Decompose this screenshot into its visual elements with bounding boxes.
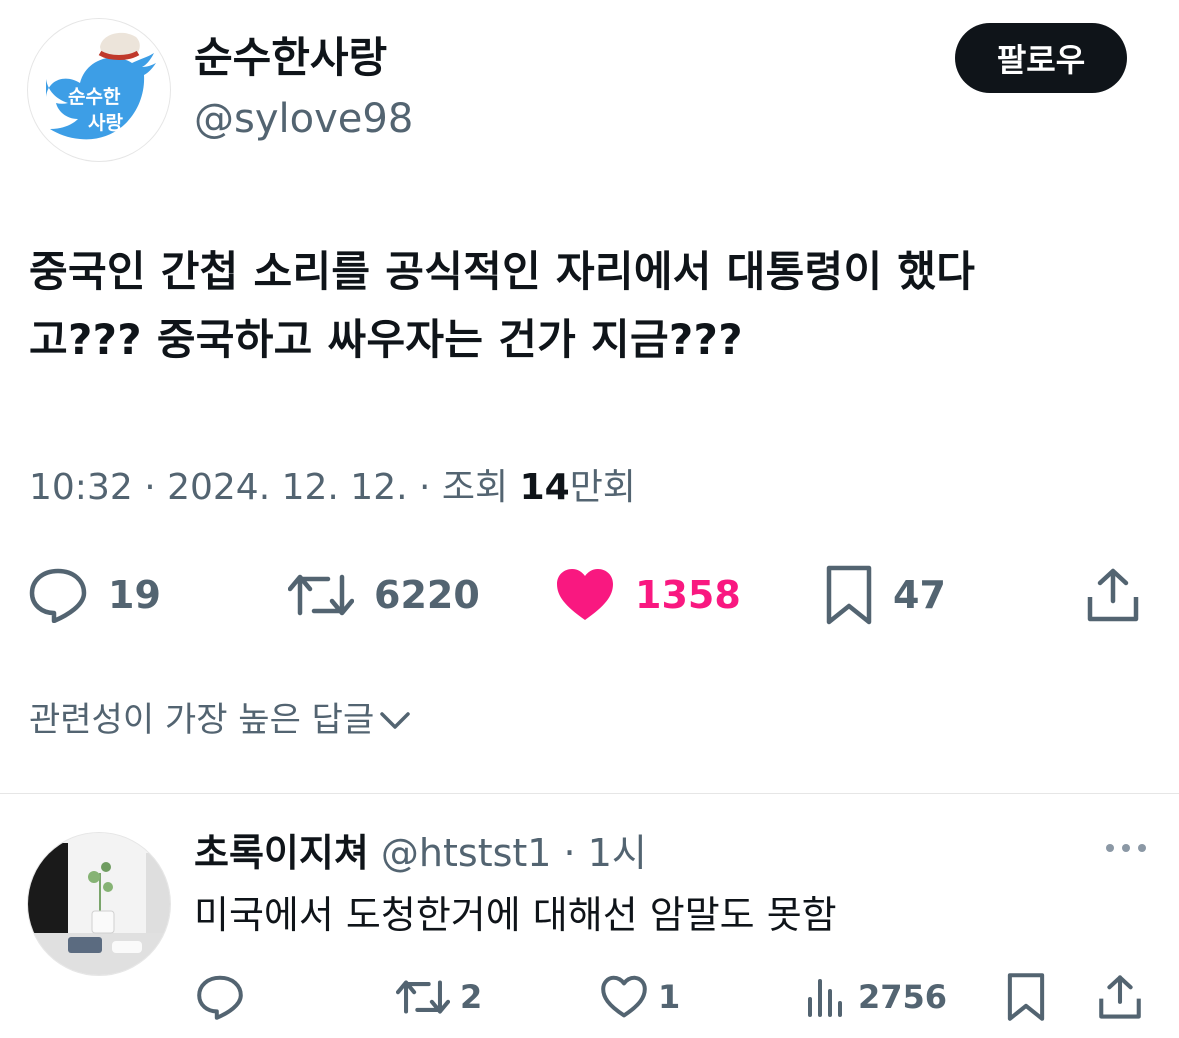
bookmark-action[interactable]: 47 <box>825 560 946 630</box>
views-unit: 만회 <box>569 467 636 508</box>
reply-bookmark-action[interactable] <box>1006 967 1046 1027</box>
heart-filled-icon <box>557 569 613 620</box>
reply-icon <box>197 975 243 1020</box>
reply-reply-action[interactable] <box>196 967 244 1027</box>
tweet-date[interactable]: 2024. 12. 12. <box>167 467 407 508</box>
reply-author-handle[interactable]: @htstst1 <box>381 831 552 875</box>
reply-sort-label: 관련성이 가장 높은 답글 <box>29 700 375 740</box>
reply-time[interactable]: 1시 <box>588 831 647 875</box>
reply-author-name[interactable]: 초록이지쳐 <box>194 831 369 875</box>
reply-retweet-action[interactable]: 2 <box>396 967 482 1027</box>
reply-count: 19 <box>108 573 161 617</box>
meta-separator: · <box>407 467 442 508</box>
views-count: 14 <box>519 467 570 508</box>
follow-button-label: 팔로우 <box>996 41 1086 79</box>
bookmark-icon <box>826 565 872 625</box>
more-options-button[interactable] <box>1104 838 1148 862</box>
tweet-meta: 10:32 · 2024. 12. 12. · 조회 14만회 <box>29 462 636 514</box>
reply-views-count: 2756 <box>858 978 948 1016</box>
reply-header: 초록이지쳐 @htstst1 · 1시 <box>194 826 647 880</box>
bookmark-count: 47 <box>893 573 946 617</box>
meta-separator: · <box>132 467 168 508</box>
desk-photo-icon <box>28 833 170 975</box>
more-dots-icon <box>1106 844 1146 852</box>
tweet-text-line-2: 고??? 중국하고 싸우자는 건가 지금??? <box>29 315 743 364</box>
meta-separator: · <box>551 831 588 875</box>
author-handle[interactable]: @sylove98 <box>194 93 413 145</box>
avatar-text-bottom: 사랑 <box>88 112 123 134</box>
tweet-time[interactable]: 10:32 <box>29 467 133 508</box>
tweet-text: 중국인 간첩 소리를 공식적인 자리에서 대통령이 했다 고??? 중국하고 싸… <box>29 238 1149 374</box>
bookmark-icon <box>1007 973 1045 1021</box>
views-label: 조회 <box>441 467 520 508</box>
reply-sort-dropdown[interactable]: 관련성이 가장 높은 답글 <box>29 695 412 745</box>
tweet-text-line-1: 중국인 간첩 소리를 공식적인 자리에서 대통령이 했다 <box>29 247 976 296</box>
heart-outline-icon <box>601 975 647 1018</box>
reply-retweet-count: 2 <box>460 978 483 1016</box>
reply-share-action[interactable] <box>1098 967 1142 1027</box>
retweet-icon <box>396 980 450 1014</box>
retweet-count: 6220 <box>374 573 480 617</box>
reply-like-count: 1 <box>658 978 681 1016</box>
retweet-icon <box>288 574 354 616</box>
follow-button[interactable]: 팔로우 <box>955 23 1127 93</box>
share-icon <box>1087 568 1139 622</box>
reply-icon <box>29 568 87 623</box>
like-action[interactable]: 1358 <box>555 560 741 630</box>
avatar-text-top: 순수한 <box>68 86 121 108</box>
chevron-down-icon <box>380 712 410 729</box>
share-icon <box>1099 975 1141 1019</box>
author-avatar[interactable]: 순수한 사랑 <box>27 18 171 162</box>
divider <box>0 793 1179 794</box>
reply-like-action[interactable]: 1 <box>600 967 680 1027</box>
bird-logo-icon: 순수한 사랑 <box>46 32 156 140</box>
like-count: 1358 <box>635 573 741 617</box>
reply-action[interactable]: 19 <box>28 560 161 630</box>
reply-text: 미국에서 도청한거에 대해선 암말도 못함 <box>194 893 837 937</box>
reply-avatar[interactable] <box>27 832 171 976</box>
share-action[interactable] <box>1086 560 1140 630</box>
views-chart-icon <box>808 979 842 1017</box>
retweet-action[interactable]: 6220 <box>288 560 480 630</box>
reply-views-action[interactable]: 2756 <box>804 967 947 1027</box>
author-display-name[interactable]: 순수한사랑 <box>194 30 387 86</box>
